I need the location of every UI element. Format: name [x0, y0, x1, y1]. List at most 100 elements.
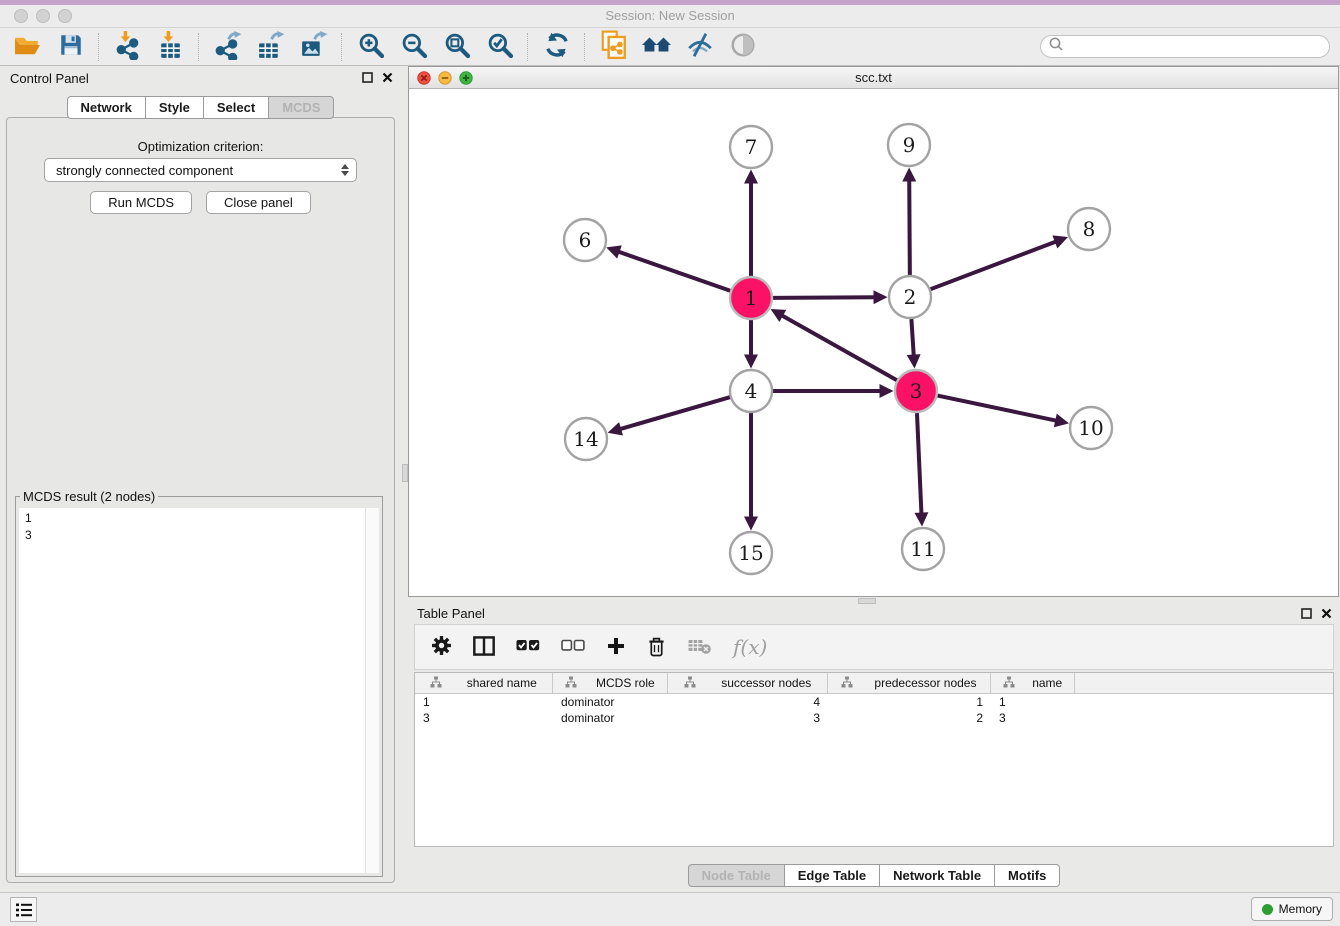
network-maximize-button[interactable]	[459, 71, 473, 85]
zoom-in-button[interactable]	[349, 30, 392, 64]
edge-1-6[interactable]	[616, 251, 730, 291]
task-history-button[interactable]	[10, 897, 37, 922]
zoom-selected-button[interactable]	[478, 30, 521, 64]
cell[interactable]: 3	[991, 710, 1075, 726]
node-4[interactable]: 4	[730, 370, 772, 412]
node-11[interactable]: 11	[902, 528, 944, 570]
minimize-window-button[interactable]	[36, 9, 50, 23]
tab-network[interactable]: Network	[67, 96, 145, 119]
deselect-all-button[interactable]	[561, 638, 585, 656]
node-7[interactable]: 7	[730, 126, 772, 168]
cell[interactable]: dominator	[553, 710, 668, 726]
save-session-button[interactable]	[49, 30, 92, 64]
result-scrollbar[interactable]	[365, 508, 379, 873]
optimization-criterion-label: Optimization criterion:	[7, 139, 394, 154]
node-2[interactable]: 2	[889, 276, 931, 318]
close-panel-action-button[interactable]: Close panel	[206, 191, 311, 214]
close-panel-button[interactable]	[382, 72, 393, 83]
table-settings-button[interactable]	[431, 635, 452, 659]
cell[interactable]: 3	[415, 710, 553, 726]
network-close-button[interactable]	[417, 71, 431, 85]
node-14[interactable]: 14	[565, 418, 607, 460]
edge-4-14[interactable]	[618, 397, 730, 430]
tab-network-table[interactable]: Network Table	[879, 864, 994, 887]
tab-motifs[interactable]: Motifs	[994, 864, 1060, 887]
memory-label: Memory	[1279, 902, 1322, 916]
memory-button[interactable]: Memory	[1251, 897, 1333, 921]
select-all-button[interactable]	[516, 638, 540, 656]
network-window-titlebar[interactable]: scc.txt	[409, 67, 1338, 89]
node-10[interactable]: 10	[1070, 407, 1112, 449]
network-minimize-button[interactable]	[438, 71, 452, 85]
edge-1-2[interactable]	[773, 297, 877, 298]
svg-text:9: 9	[903, 133, 916, 157]
column-header-predecessor-nodes[interactable]: predecessor nodes	[828, 673, 991, 693]
edge-3-1[interactable]	[780, 314, 897, 380]
cell[interactable]: dominator	[553, 694, 668, 710]
tab-mcds[interactable]: MCDS	[268, 96, 334, 119]
apply-layout-button[interactable]	[535, 30, 578, 64]
cell[interactable]: 1	[415, 694, 553, 710]
tab-select[interactable]: Select	[203, 96, 268, 119]
tab-node-table[interactable]: Node Table	[688, 864, 784, 887]
cell[interactable]: 3	[668, 710, 828, 726]
svg-text:4: 4	[745, 379, 758, 403]
cell[interactable]: 2	[828, 710, 991, 726]
node-8[interactable]: 8	[1068, 208, 1110, 250]
delete-column-button[interactable]	[647, 635, 666, 660]
zoom-out-button[interactable]	[392, 30, 435, 64]
column-header-name[interactable]: name	[991, 673, 1075, 693]
node-6[interactable]: 6	[564, 219, 606, 261]
cell[interactable]: 4	[668, 694, 828, 710]
float-table-panel-button[interactable]	[1301, 608, 1312, 619]
toggle-column-display-button[interactable]	[473, 636, 495, 659]
node-table-row[interactable]: 1dominator411	[415, 694, 1333, 710]
mcds-result-textarea[interactable]: 13	[19, 508, 379, 873]
column-header-successor-nodes[interactable]: successor nodes	[668, 673, 828, 693]
app-titlebar: Session: New Session	[0, 5, 1340, 28]
zoom-window-button[interactable]	[58, 9, 72, 23]
criterion-select[interactable]: strongly connected component	[44, 158, 357, 182]
horizontal-splitter[interactable]	[408, 597, 1340, 604]
column-header-shared-name[interactable]: shared name	[415, 673, 553, 693]
float-panel-button[interactable]	[362, 72, 373, 83]
node-3[interactable]: 3	[895, 370, 937, 412]
tab-edge-table[interactable]: Edge Table	[784, 864, 879, 887]
export-table-button[interactable]	[249, 30, 292, 64]
run-mcds-button[interactable]: Run MCDS	[90, 191, 192, 214]
export-image-button[interactable]	[292, 30, 335, 64]
column-label: predecessor nodes	[874, 676, 982, 690]
edge-2-3[interactable]	[911, 319, 913, 358]
close-window-button[interactable]	[14, 9, 28, 23]
network-canvas[interactable]: 7 9 6 8 1 2 4 3 14 10 15 11	[409, 89, 1338, 596]
save-session-icon	[58, 32, 84, 61]
edge-3-10[interactable]	[938, 396, 1059, 422]
edge-3-11[interactable]	[917, 413, 922, 516]
column-header-MCDS-role[interactable]: MCDS role	[553, 673, 668, 693]
hide-selected-button[interactable]	[678, 30, 721, 64]
tab-style[interactable]: Style	[145, 96, 203, 119]
column-label: successor nodes	[721, 676, 817, 690]
node-table-row[interactable]: 3dominator323	[415, 710, 1333, 726]
new-network-from-selection-button[interactable]	[592, 30, 635, 64]
edge-2-9[interactable]	[909, 178, 910, 275]
first-neighbors-button[interactable]	[635, 30, 678, 64]
cell[interactable]: 1	[991, 694, 1075, 710]
cell[interactable]: 1	[828, 694, 991, 710]
node-9[interactable]: 9	[888, 124, 930, 166]
import-network-button[interactable]	[106, 30, 149, 64]
create-column-button[interactable]	[606, 636, 626, 659]
edge-2-8[interactable]	[931, 241, 1059, 289]
node-15[interactable]: 15	[730, 532, 772, 574]
node-1[interactable]: 1	[730, 277, 772, 319]
export-network-button[interactable]	[206, 30, 249, 64]
close-table-panel-button[interactable]	[1321, 608, 1332, 619]
zoom-fit-button[interactable]	[435, 30, 478, 64]
search-input[interactable]	[1068, 39, 1329, 55]
svg-text:8: 8	[1083, 217, 1096, 241]
open-file-button[interactable]	[6, 30, 49, 64]
list-icon	[15, 902, 33, 918]
import-table-button[interactable]	[149, 30, 192, 64]
zoom-in-icon	[357, 31, 385, 62]
search-box[interactable]	[1040, 35, 1330, 58]
